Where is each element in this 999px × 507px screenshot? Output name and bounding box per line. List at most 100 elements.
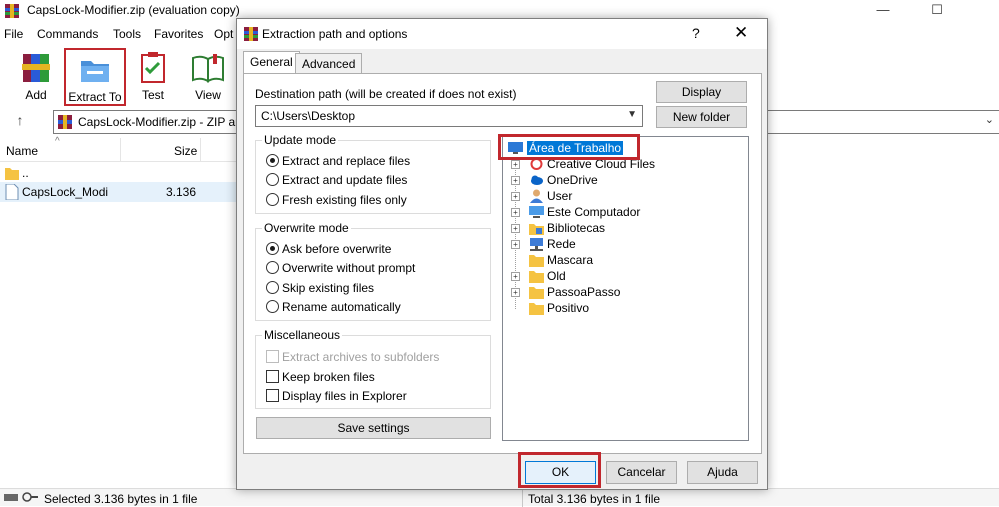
radio-button[interactable] [266,261,279,274]
up-arrow-icon[interactable]: ↑ [10,112,30,132]
winrar-app-icon [244,27,258,41]
tree-item-label: Bibliotecas [547,221,606,235]
expand-icon[interactable]: + [511,272,520,281]
option-label: Keep broken files [282,370,375,384]
checkbox[interactable] [266,370,279,383]
update-mode-group: Update mode Extract and replace files Ex… [255,133,491,214]
folder-icon [529,303,544,315]
option-label: Overwrite without prompt [282,261,416,275]
menu-tools[interactable]: Tools [113,27,141,41]
cloud-icon [531,175,543,185]
option-label: Ask before overwrite [282,242,392,256]
option-label: Skip existing files [282,281,375,295]
view-button[interactable]: View [186,48,230,106]
option-label: Rename automatically [282,300,401,314]
extract-to-button[interactable]: Extract To [64,48,126,106]
minimize-button[interactable]: — [860,0,906,22]
extraction-dialog: Extraction path and options ? ✕ General … [236,18,768,490]
destination-path-combobox[interactable]: C:\Users\Desktop ▼ [255,105,643,127]
menu-commands[interactable]: Commands [37,27,98,41]
list-item[interactable]: CapsLock_Modi 3.136 [0,182,236,202]
option-label: Display files in Explorer [282,389,407,403]
file-icon [5,184,19,200]
folder-icon [529,255,544,267]
view-label: View [195,88,221,102]
file-size: 3.136 [166,185,197,199]
help-icon[interactable]: ? [692,25,700,41]
option-label: Extract and replace files [282,154,411,168]
user-icon [530,189,543,203]
tree-item-label: Área de Trabalho [527,141,624,155]
expand-icon[interactable]: + [511,208,520,217]
close-icon[interactable]: ✕ [734,23,748,43]
sort-caret-icon: ^ [55,136,60,147]
expand-icon[interactable]: + [511,224,520,233]
expand-icon[interactable]: + [511,192,520,201]
expand-icon[interactable]: + [511,240,520,249]
miscellaneous-group: Miscellaneous Extract archives to subfol… [255,328,491,409]
radio-button[interactable] [266,300,279,313]
window-title: CapsLock-Modifier.zip (evaluation copy) [27,3,240,17]
ok-button[interactable]: OK [525,461,596,484]
test-button[interactable]: Test [132,48,174,106]
add-button[interactable]: Add [12,48,60,106]
drive-key-icon [4,492,38,502]
status-bar: Selected 3.136 bytes in 1 file Total 3.1… [0,488,999,507]
cancel-button[interactable]: Cancelar [606,461,677,484]
update-mode-title: Update mode [262,133,339,147]
status-total: Total 3.136 bytes in 1 file [528,492,661,506]
list-item[interactable]: .. [0,163,236,183]
radio-button[interactable] [266,193,279,206]
column-size[interactable]: Size [174,144,197,158]
maximize-button[interactable]: ☐ [914,0,960,22]
tree-item-label: Mascara [547,253,594,267]
display-button[interactable]: Display [656,81,747,103]
open-book-icon [192,54,224,83]
network-icon [530,238,543,251]
folder-tree[interactable]: Área de Trabalho + Creative Cloud Files … [502,136,749,441]
tree-item-label: Creative Cloud Files [547,157,656,171]
expand-icon[interactable]: + [511,288,520,297]
radio-button[interactable] [266,154,279,167]
tab-advanced[interactable]: Advanced [295,53,363,74]
column-name[interactable]: Name [6,144,38,158]
address-text: CapsLock-Modifier.zip - ZIP ar [78,115,240,129]
radio-button[interactable] [266,173,279,186]
column-divider [120,138,121,162]
radio-button[interactable] [266,242,279,255]
file-name: CapsLock_Modi [22,185,109,199]
folder-icon [529,271,544,283]
archive-books-icon [22,54,50,82]
computer-icon [529,206,544,218]
dialog-title-bar: Extraction path and options ? ✕ [237,19,767,49]
chevron-down-icon[interactable]: ⌄ [985,113,994,126]
new-folder-button[interactable]: New folder [656,106,747,128]
tree-item-label: User [547,189,573,203]
expand-icon[interactable]: + [511,176,520,185]
file-list-header: ^ Name Size [0,136,240,162]
checkbox [266,350,279,363]
tree-item-label: Old [547,269,566,283]
menu-favorites[interactable]: Favorites [154,27,203,41]
tree-item-label: Este Computador [547,205,641,219]
desktop-icon [508,142,523,154]
status-divider [522,489,523,507]
chevron-down-icon[interactable]: ▼ [627,109,637,120]
menu-options[interactable]: Opt [214,27,233,41]
extract-to-label: Extract To [68,90,122,104]
tree-item-label: Positivo [547,301,590,315]
file-name: .. [22,166,29,180]
overwrite-mode-title: Overwrite mode [262,221,351,235]
dialog-title: Extraction path and options [262,27,408,41]
checkbox[interactable] [266,389,279,402]
menu-file[interactable]: File [4,27,23,41]
expand-icon[interactable]: + [511,160,520,169]
radio-button[interactable] [266,281,279,294]
save-settings-button[interactable]: Save settings [256,417,491,439]
folder-icon [529,287,544,299]
folder-icon [5,168,19,180]
help-button[interactable]: Ajuda [687,461,758,484]
tree-item-label: OneDrive [547,173,598,187]
tab-general[interactable]: General [243,51,300,74]
overwrite-mode-group: Overwrite mode Ask before overwrite Over… [255,221,491,321]
